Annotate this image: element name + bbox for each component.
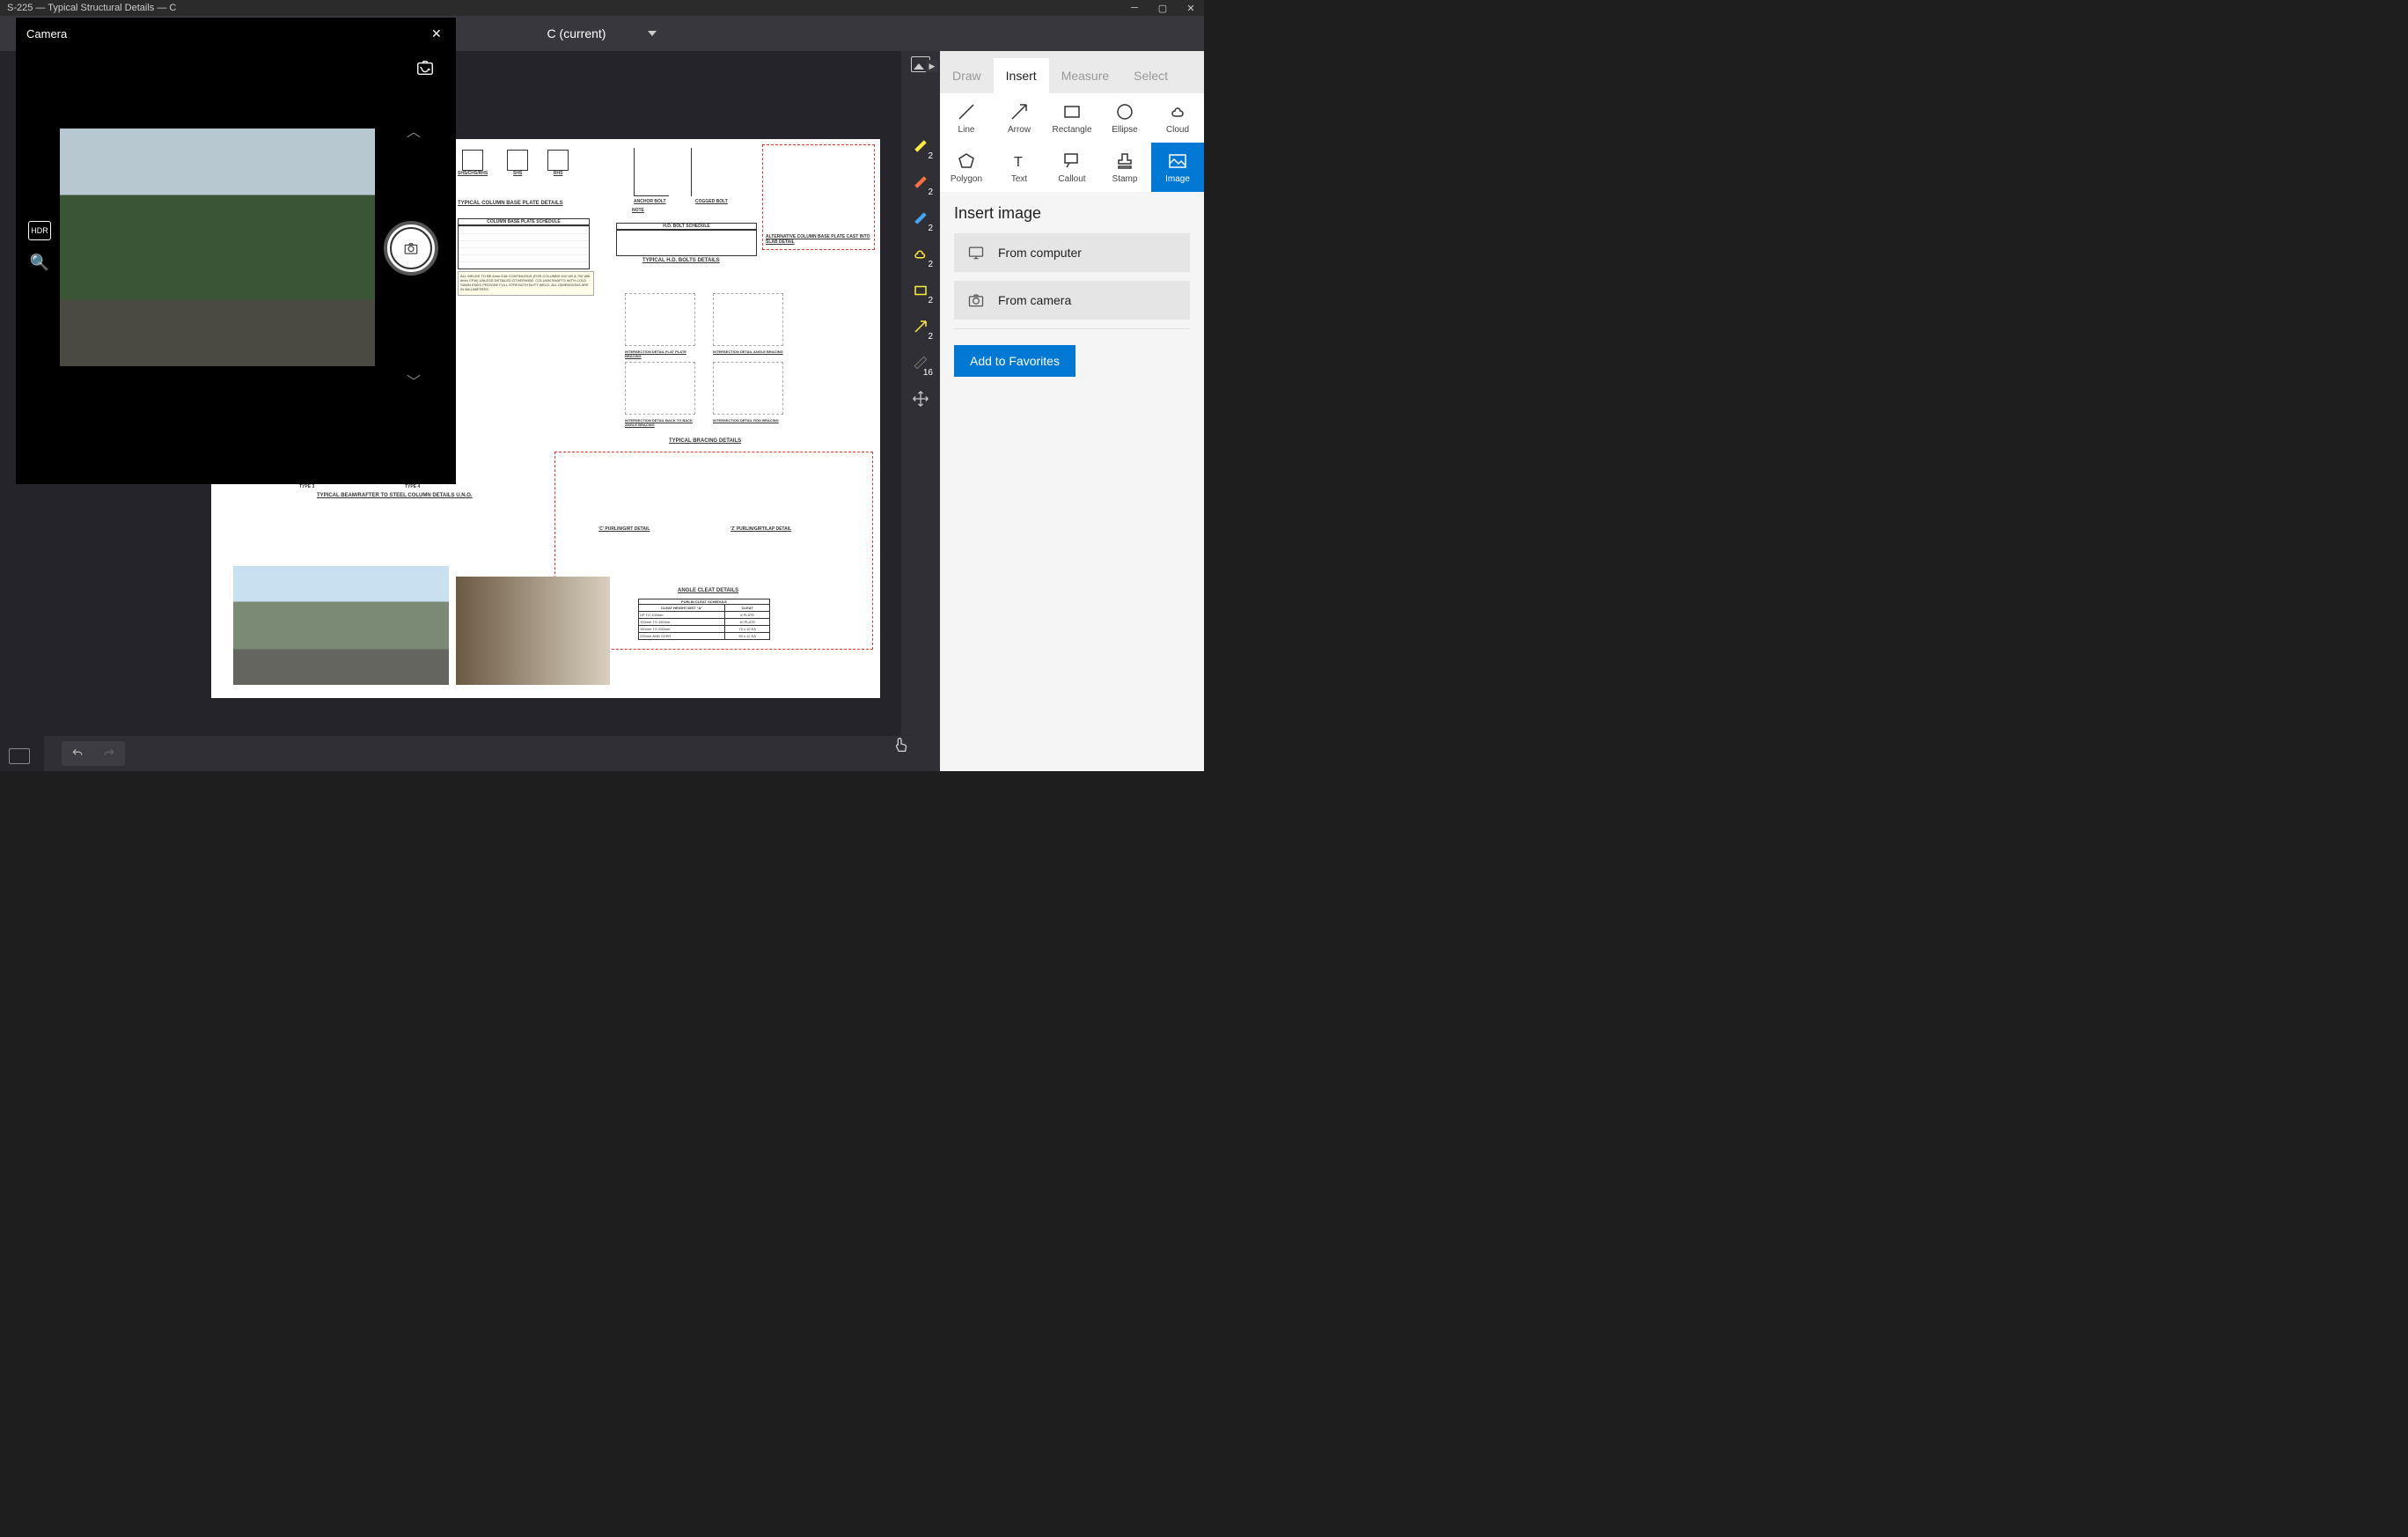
arrow-tool[interactable]: 2 — [907, 311, 934, 342]
tab-insert[interactable]: Insert — [994, 58, 1049, 93]
computer-icon — [966, 244, 986, 261]
label: INTERSECTION DETAIL FLAT PLATE BRACING — [625, 349, 695, 358]
shutter-button[interactable] — [384, 221, 438, 276]
label: COGGED BOLT — [695, 199, 728, 204]
window-titlebar: S-225 — Typical Structural Details — C ─… — [0, 0, 1204, 16]
move-tool[interactable] — [907, 383, 934, 415]
close-button[interactable]: ✕ — [1185, 2, 1197, 14]
cell: 100mm TO 150mm — [639, 619, 725, 625]
divider — [954, 328, 1190, 329]
note-highlight: ALL WELDS TO BE 6mm E48 CONTINUOUS (FOR … — [458, 271, 594, 296]
col-header: CLEAT HEIGHT DIST "A" — [639, 605, 725, 611]
bottom-bar — [44, 736, 940, 771]
camera-up-arrow[interactable]: ︿ — [407, 120, 421, 141]
tab-select[interactable]: Select — [1121, 58, 1180, 93]
panel-title: Insert image — [954, 204, 1190, 223]
panel-collapse-handle[interactable]: ▶ — [926, 60, 938, 72]
camera-preview — [60, 129, 375, 366]
drawing-title: TYPICAL BRACING DETAILS — [669, 438, 741, 444]
inserted-image[interactable] — [233, 566, 449, 685]
tab-measure[interactable]: Measure — [1049, 58, 1121, 93]
window-title: S-225 — Typical Structural Details — C — [7, 3, 176, 13]
highlighter-yellow[interactable]: 2 — [907, 130, 934, 162]
shape-line[interactable]: Line — [940, 93, 993, 143]
drawing-title: TYPICAL H.D. BOLTS DETAILS — [642, 258, 720, 263]
shape-callout[interactable]: Callout — [1046, 143, 1098, 192]
drawing-title: ANGLE CLEAT DETAILS — [678, 588, 738, 593]
keyboard-icon[interactable] — [9, 748, 30, 764]
cloud-tool[interactable]: 2 — [907, 239, 934, 270]
svg-text:T: T — [1014, 155, 1023, 170]
label: NOTE — [632, 208, 644, 213]
camera-icon — [966, 291, 986, 309]
camera-icon — [401, 240, 421, 256]
cell: 200mm AND OVER — [639, 633, 725, 639]
drawing-title: ALTERNATIVE COLUMN BASE PLATE CAST INTO … — [766, 234, 871, 245]
label: TYPE 4 — [405, 484, 420, 489]
from-camera-button[interactable]: From camera — [954, 281, 1190, 320]
label: 'C' PURLIN/GIRT DETAIL — [598, 526, 650, 532]
highlighter-orange[interactable]: 2 — [907, 166, 934, 198]
from-computer-button[interactable]: From computer — [954, 233, 1190, 272]
shape-ellipse[interactable]: Ellipse — [1098, 93, 1151, 143]
zoom-button[interactable]: 🔍 — [28, 253, 51, 272]
camera-down-arrow[interactable]: ﹀ — [407, 370, 421, 391]
camera-title: Camera — [26, 27, 67, 40]
chevron-down-icon — [648, 31, 657, 36]
col-header: CLEAT — [725, 605, 769, 611]
shape-image[interactable]: Image — [1151, 143, 1204, 192]
table-header: COLUMN BASE PLATE SCHEDULE — [458, 218, 590, 225]
revision-label: C (current) — [547, 26, 606, 40]
cell: 6 PLATE — [725, 612, 769, 618]
label: TYPE 3 — [299, 484, 314, 489]
add-to-favorites-button[interactable]: Add to Favorites — [954, 345, 1076, 377]
drawing-title: TYPICAL COLUMN BASE PLATE DETAILS — [458, 201, 563, 206]
tab-draw[interactable]: Draw — [940, 58, 994, 93]
shape-stamp[interactable]: Stamp — [1098, 143, 1151, 192]
drawing-title: TYPICAL BEAM/RAFTER TO STEEL COLUMN DETA… — [317, 493, 473, 498]
shape-rectangle[interactable]: Rectangle — [1046, 93, 1098, 143]
shape-cloud[interactable]: Cloud — [1151, 93, 1204, 143]
cell: UP TO 100mm — [639, 612, 725, 618]
right-panel: Draw Insert Measure Select Line Arrow Re… — [940, 51, 1204, 771]
label: RHS — [547, 171, 569, 176]
undo-button[interactable] — [62, 741, 93, 766]
redo-button[interactable] — [93, 741, 125, 766]
camera-modal: Camera ✕ ︿ ﹀ HDR 🔍 — [16, 18, 456, 484]
gesture-icon[interactable] — [892, 735, 931, 759]
hdr-button[interactable]: HDR — [28, 221, 51, 240]
minimize-button[interactable]: ─ — [1128, 2, 1141, 14]
cell: 10 PLATE — [725, 619, 769, 625]
inserted-image[interactable] — [456, 577, 610, 685]
shape-grid: Line Arrow Rectangle Ellipse Cloud Polyg… — [940, 93, 1204, 192]
highlighter-blue[interactable]: 2 — [907, 202, 934, 234]
shape-arrow[interactable]: Arrow — [993, 93, 1046, 143]
label: INTERSECTION DETAIL ANGLE BRACING — [713, 349, 783, 358]
eraser-tool[interactable]: 16 — [907, 347, 934, 379]
shape-text[interactable]: TText — [993, 143, 1046, 192]
cell: 75 x 10 EA — [725, 626, 769, 632]
camera-close-button[interactable]: ✕ — [431, 26, 445, 40]
shape-polygon[interactable]: Polygon — [940, 143, 993, 192]
label: ANCHOR BOLT — [634, 199, 666, 204]
label: SHS/CHS/RHS — [458, 171, 488, 176]
tool-tabs: Draw Insert Measure Select — [940, 51, 1204, 93]
maximize-button[interactable]: ▢ — [1156, 2, 1169, 14]
label: SHS — [507, 171, 528, 176]
cell: 150mm TO 200mm — [639, 626, 725, 632]
label: INTERSECTION DETAIL BACK TO BACK ANGLE B… — [625, 418, 695, 427]
cell: 90 x 12 EA — [725, 633, 769, 639]
rect-tool[interactable]: 2 — [907, 275, 934, 306]
tool-strip: 2 2 2 2 2 2 16 — [901, 51, 940, 771]
label: 'Z' PURLIN/GIRT/LAP DETAIL — [730, 526, 791, 532]
label: INTERSECTION DETAIL ROD BRACING — [713, 418, 783, 427]
table-header: H.D. BOLT SCHEDULE — [616, 223, 757, 230]
switch-camera-button[interactable] — [414, 58, 437, 77]
revision-dropdown[interactable]: C (current) — [547, 26, 657, 40]
